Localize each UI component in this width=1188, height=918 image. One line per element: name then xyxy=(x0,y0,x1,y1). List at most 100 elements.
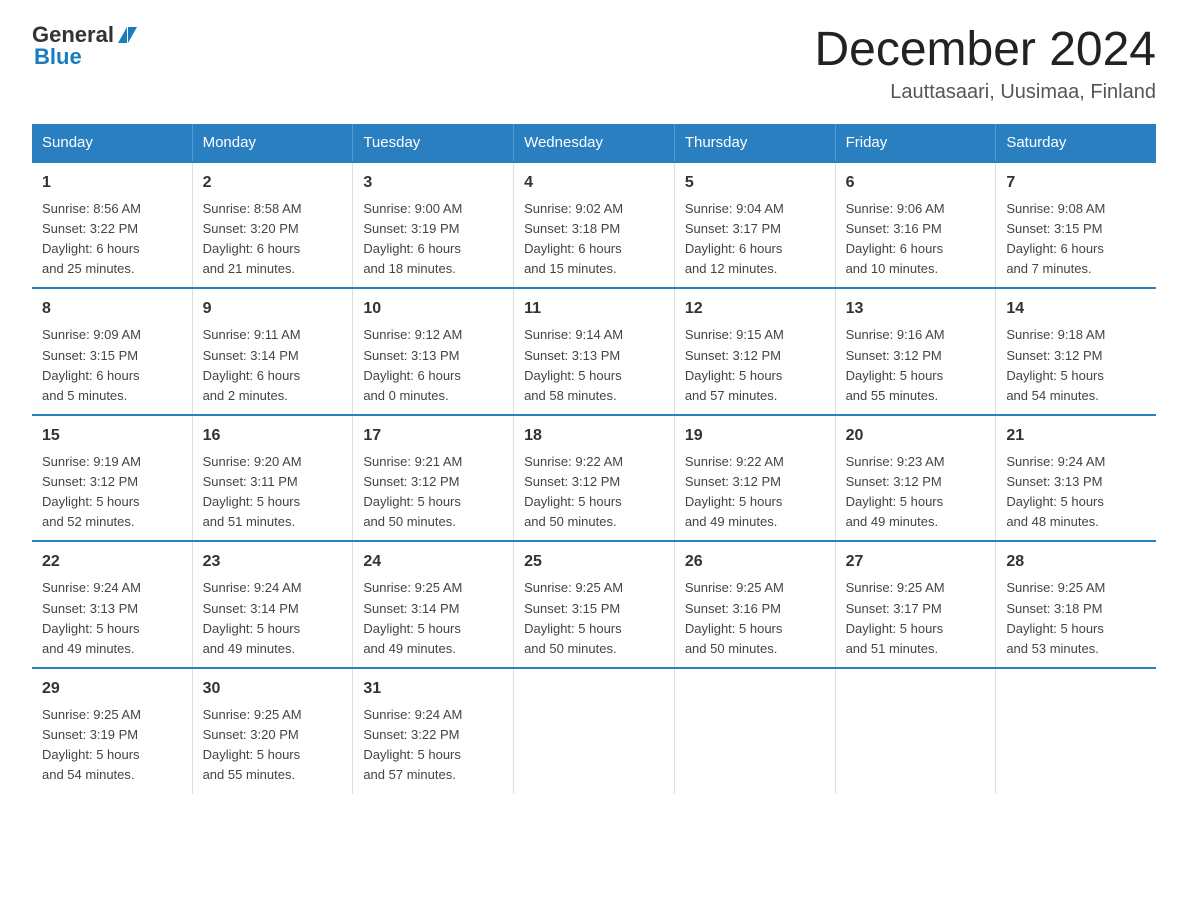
calendar-subtitle: Lauttasaari, Uusimaa, Finland xyxy=(814,81,1156,104)
calendar-cell: 18 Sunrise: 9:22 AM Sunset: 3:12 PM Dayli… xyxy=(514,415,675,542)
day-number: 17 xyxy=(363,424,503,448)
calendar-title: December 2024 xyxy=(814,24,1156,77)
day-info: Sunrise: 9:23 AM Sunset: 3:12 PM Dayligh… xyxy=(846,452,986,533)
day-number: 22 xyxy=(42,550,182,574)
day-number: 19 xyxy=(685,424,825,448)
calendar-week-row: 29 Sunrise: 9:25 AM Sunset: 3:19 PM Dayli… xyxy=(32,668,1156,794)
day-info: Sunrise: 9:25 AM Sunset: 3:18 PM Dayligh… xyxy=(1006,578,1146,659)
day-info: Sunrise: 9:15 AM Sunset: 3:12 PM Dayligh… xyxy=(685,325,825,406)
calendar-cell xyxy=(514,668,675,794)
day-number: 16 xyxy=(203,424,343,448)
logo-icon xyxy=(118,27,137,43)
day-number: 5 xyxy=(685,171,825,195)
day-info: Sunrise: 9:12 AM Sunset: 3:13 PM Dayligh… xyxy=(363,325,503,406)
day-info: Sunrise: 9:22 AM Sunset: 3:12 PM Dayligh… xyxy=(524,452,664,533)
day-number: 20 xyxy=(846,424,986,448)
day-number: 10 xyxy=(363,297,503,321)
calendar-cell: 5 Sunrise: 9:04 AM Sunset: 3:17 PM Daylig… xyxy=(674,162,835,289)
logo: General Blue xyxy=(32,24,137,68)
day-number: 3 xyxy=(363,171,503,195)
col-header-wednesday: Wednesday xyxy=(514,124,675,162)
day-info: Sunrise: 9:24 AM Sunset: 3:14 PM Dayligh… xyxy=(203,578,343,659)
day-info: Sunrise: 9:09 AM Sunset: 3:15 PM Dayligh… xyxy=(42,325,182,406)
calendar-cell: 14Sunrise: 9:18 AM Sunset: 3:12 PM Dayli… xyxy=(996,288,1156,415)
col-header-thursday: Thursday xyxy=(674,124,835,162)
day-number: 21 xyxy=(1006,424,1146,448)
day-info: Sunrise: 9:25 AM Sunset: 3:20 PM Dayligh… xyxy=(203,705,343,786)
calendar-cell: 4 Sunrise: 9:02 AM Sunset: 3:18 PM Daylig… xyxy=(514,162,675,289)
day-number: 25 xyxy=(524,550,664,574)
day-info: Sunrise: 9:06 AM Sunset: 3:16 PM Dayligh… xyxy=(846,199,986,280)
calendar-cell: 23 Sunrise: 9:24 AM Sunset: 3:14 PM Dayli… xyxy=(192,541,353,668)
day-info: Sunrise: 9:16 AM Sunset: 3:12 PM Dayligh… xyxy=(846,325,986,406)
day-info: Sunrise: 9:25 AM Sunset: 3:17 PM Dayligh… xyxy=(846,578,986,659)
col-header-monday: Monday xyxy=(192,124,353,162)
col-header-sunday: Sunday xyxy=(32,124,192,162)
day-number: 29 xyxy=(42,677,182,701)
day-number: 24 xyxy=(363,550,503,574)
day-info: Sunrise: 8:58 AM Sunset: 3:20 PM Dayligh… xyxy=(203,199,343,280)
day-info: Sunrise: 9:25 AM Sunset: 3:16 PM Dayligh… xyxy=(685,578,825,659)
day-info: Sunrise: 9:22 AM Sunset: 3:12 PM Dayligh… xyxy=(685,452,825,533)
calendar-cell: 11Sunrise: 9:14 AM Sunset: 3:13 PM Dayli… xyxy=(514,288,675,415)
day-number: 15 xyxy=(42,424,182,448)
day-info: Sunrise: 9:04 AM Sunset: 3:17 PM Dayligh… xyxy=(685,199,825,280)
day-number: 30 xyxy=(203,677,343,701)
col-header-friday: Friday xyxy=(835,124,996,162)
calendar-cell: 2 Sunrise: 8:58 AM Sunset: 3:20 PM Daylig… xyxy=(192,162,353,289)
calendar-week-row: 1 Sunrise: 8:56 AM Sunset: 3:22 PM Daylig… xyxy=(32,162,1156,289)
calendar-week-row: 8Sunrise: 9:09 AM Sunset: 3:15 PM Daylig… xyxy=(32,288,1156,415)
day-info: Sunrise: 8:56 AM Sunset: 3:22 PM Dayligh… xyxy=(42,199,182,280)
calendar-week-row: 15 Sunrise: 9:19 AM Sunset: 3:12 PM Dayli… xyxy=(32,415,1156,542)
day-number: 31 xyxy=(363,677,503,701)
calendar-cell: 9Sunrise: 9:11 AM Sunset: 3:14 PM Daylig… xyxy=(192,288,353,415)
calendar-cell: 12Sunrise: 9:15 AM Sunset: 3:12 PM Dayli… xyxy=(674,288,835,415)
calendar-cell: 28Sunrise: 9:25 AM Sunset: 3:18 PM Dayli… xyxy=(996,541,1156,668)
calendar-cell xyxy=(835,668,996,794)
day-number: 18 xyxy=(524,424,664,448)
calendar-cell: 1 Sunrise: 8:56 AM Sunset: 3:22 PM Daylig… xyxy=(32,162,192,289)
calendar-cell: 25Sunrise: 9:25 AM Sunset: 3:15 PM Dayli… xyxy=(514,541,675,668)
calendar-cell xyxy=(996,668,1156,794)
day-number: 1 xyxy=(42,171,182,195)
calendar-cell: 10 Sunrise: 9:12 AM Sunset: 3:13 PM Dayli… xyxy=(353,288,514,415)
calendar-cell: 7 Sunrise: 9:08 AM Sunset: 3:15 PM Daylig… xyxy=(996,162,1156,289)
calendar-cell: 3 Sunrise: 9:00 AM Sunset: 3:19 PM Daylig… xyxy=(353,162,514,289)
day-number: 26 xyxy=(685,550,825,574)
day-number: 23 xyxy=(203,550,343,574)
day-info: Sunrise: 9:24 AM Sunset: 3:13 PM Dayligh… xyxy=(42,578,182,659)
title-block: December 2024 Lauttasaari, Uusimaa, Finl… xyxy=(814,24,1156,104)
day-info: Sunrise: 9:25 AM Sunset: 3:19 PM Dayligh… xyxy=(42,705,182,786)
day-info: Sunrise: 9:08 AM Sunset: 3:15 PM Dayligh… xyxy=(1006,199,1146,280)
day-info: Sunrise: 9:00 AM Sunset: 3:19 PM Dayligh… xyxy=(363,199,503,280)
logo-general-text: General xyxy=(32,24,114,46)
day-info: Sunrise: 9:19 AM Sunset: 3:12 PM Dayligh… xyxy=(42,452,182,533)
calendar-cell: 27Sunrise: 9:25 AM Sunset: 3:17 PM Dayli… xyxy=(835,541,996,668)
calendar-cell: 30 Sunrise: 9:25 AM Sunset: 3:20 PM Dayli… xyxy=(192,668,353,794)
day-info: Sunrise: 9:25 AM Sunset: 3:14 PM Dayligh… xyxy=(363,578,503,659)
day-info: Sunrise: 9:02 AM Sunset: 3:18 PM Dayligh… xyxy=(524,199,664,280)
calendar-cell: 15 Sunrise: 9:19 AM Sunset: 3:12 PM Dayli… xyxy=(32,415,192,542)
calendar-cell: 16 Sunrise: 9:20 AM Sunset: 3:11 PM Dayli… xyxy=(192,415,353,542)
page-header: General Blue December 2024 Lauttasaari, … xyxy=(32,24,1156,104)
calendar-cell: 22 Sunrise: 9:24 AM Sunset: 3:13 PM Dayli… xyxy=(32,541,192,668)
calendar-cell: 17Sunrise: 9:21 AM Sunset: 3:12 PM Dayli… xyxy=(353,415,514,542)
calendar-cell: 29 Sunrise: 9:25 AM Sunset: 3:19 PM Dayli… xyxy=(32,668,192,794)
day-info: Sunrise: 9:20 AM Sunset: 3:11 PM Dayligh… xyxy=(203,452,343,533)
day-number: 7 xyxy=(1006,171,1146,195)
calendar-cell: 20 Sunrise: 9:23 AM Sunset: 3:12 PM Dayli… xyxy=(835,415,996,542)
calendar-cell xyxy=(674,668,835,794)
calendar-cell: 26 Sunrise: 9:25 AM Sunset: 3:16 PM Dayli… xyxy=(674,541,835,668)
calendar-table: SundayMondayTuesdayWednesdayThursdayFrid… xyxy=(32,124,1156,794)
calendar-header-row: SundayMondayTuesdayWednesdayThursdayFrid… xyxy=(32,124,1156,162)
day-number: 14 xyxy=(1006,297,1146,321)
day-info: Sunrise: 9:24 AM Sunset: 3:13 PM Dayligh… xyxy=(1006,452,1146,533)
calendar-cell: 8Sunrise: 9:09 AM Sunset: 3:15 PM Daylig… xyxy=(32,288,192,415)
day-number: 4 xyxy=(524,171,664,195)
calendar-cell: 19 Sunrise: 9:22 AM Sunset: 3:12 PM Dayli… xyxy=(674,415,835,542)
col-header-tuesday: Tuesday xyxy=(353,124,514,162)
logo-blue-text: Blue xyxy=(34,46,82,68)
calendar-cell: 21 Sunrise: 9:24 AM Sunset: 3:13 PM Dayli… xyxy=(996,415,1156,542)
col-header-saturday: Saturday xyxy=(996,124,1156,162)
day-number: 2 xyxy=(203,171,343,195)
